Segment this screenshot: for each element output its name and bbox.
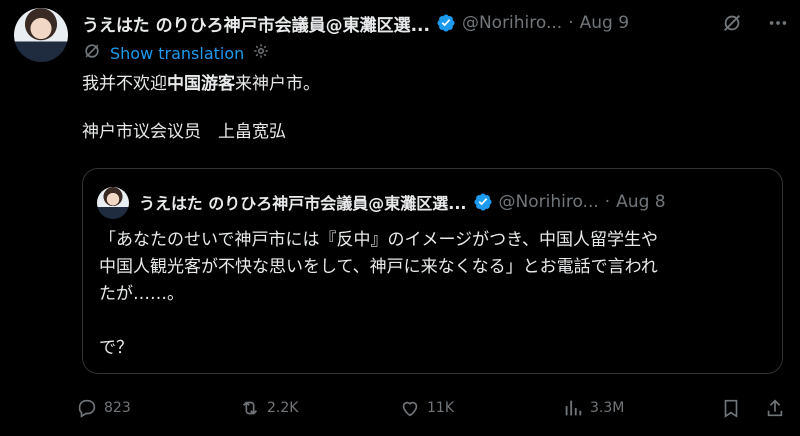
views-icon xyxy=(565,400,582,416)
header-actions xyxy=(720,9,790,37)
tweet-line-1: 我并不欢迎中国游客来神户市。 xyxy=(82,72,782,96)
quoted-handle: @Norihiro... xyxy=(498,192,599,212)
quoted-header: うえはた のりひろ神戸市会議員@東灘区選... @Norihiro... · A… xyxy=(139,189,770,215)
tweet-date[interactable]: Aug 9 xyxy=(580,13,629,33)
repost-button[interactable]: 2.2K xyxy=(239,397,298,419)
quoted-line-3: たが……。 xyxy=(99,284,184,304)
author-avatar[interactable] xyxy=(14,8,68,62)
quoted-date: Aug 8 xyxy=(616,192,666,212)
translation-row: Show translation xyxy=(82,42,270,64)
tweet-line-1-bold: 中国游客 xyxy=(167,74,235,94)
views-button[interactable]: 3.3M xyxy=(562,397,624,419)
reply-count: 823 xyxy=(104,400,131,416)
show-translation-link[interactable]: Show translation xyxy=(110,44,244,63)
tweet-line-1-post: 来神户市。 xyxy=(235,74,320,94)
bookmark-icon xyxy=(724,399,738,418)
action-bar: 823 2.2K 11K 3.3M xyxy=(76,394,790,422)
author-display-name[interactable]: うえはた のりひろ神戸市会議員@東灘区選... xyxy=(82,11,430,36)
tweet-line-2: 神户市议会议员 上畠宽弘 xyxy=(82,122,286,142)
bookmark-button[interactable] xyxy=(720,397,742,419)
repost-icon xyxy=(242,401,258,415)
settings-icon[interactable] xyxy=(252,42,270,64)
like-icon xyxy=(402,401,418,417)
repost-count: 2.2K xyxy=(267,400,299,416)
quoted-line-2: 中国人観光客が不快な思いをして、神戸に来なくなる」とお電話で言われ xyxy=(99,257,658,277)
tweet-text: 我并不欢迎中国游客来神户市。 神户市议会议员 上畠宽弘 xyxy=(82,72,782,144)
separator-dot: · xyxy=(568,13,574,33)
reply-icon xyxy=(78,399,96,418)
like-button[interactable]: 11K xyxy=(399,397,454,419)
quoted-display-name: うえはた のりひろ神戸市会議員@東灘区選... xyxy=(139,194,467,213)
separator-dot: · xyxy=(604,192,611,212)
tweet-header: うえはた のりひろ神戸市会議員@東灘区選... @Norihiro... · A… xyxy=(82,9,790,37)
translate-icon xyxy=(82,41,102,65)
quoted-author-avatar[interactable] xyxy=(97,187,129,219)
verified-badge-icon xyxy=(436,13,456,33)
tweet-line-1-pre: 我并不欢迎 xyxy=(82,74,167,94)
quoted-line-1: 「あなたのせいで神戸市には『反中』のイメージがつき、中国人留学生や xyxy=(99,230,658,250)
author-handle[interactable]: @Norihiro... xyxy=(462,13,562,33)
like-count: 11K xyxy=(427,400,454,416)
grok-icon[interactable] xyxy=(720,11,744,35)
verified-badge-icon xyxy=(473,192,493,212)
reply-button[interactable]: 823 xyxy=(76,397,131,419)
share-button[interactable] xyxy=(764,397,786,419)
views-count: 3.3M xyxy=(590,400,625,416)
more-icon[interactable] xyxy=(766,11,790,35)
quoted-blank-line xyxy=(99,308,771,335)
quoted-tweet[interactable]: うえはた のりひろ神戸市会議員@東灘区選... @Norihiro... · A… xyxy=(82,168,783,374)
quoted-text: 「あなたのせいで神戸市には『反中』のイメージがつき、中国人留学生や 中国人観光客… xyxy=(99,227,771,362)
quoted-line-4: で？ xyxy=(99,338,133,358)
share-icon xyxy=(767,399,783,417)
